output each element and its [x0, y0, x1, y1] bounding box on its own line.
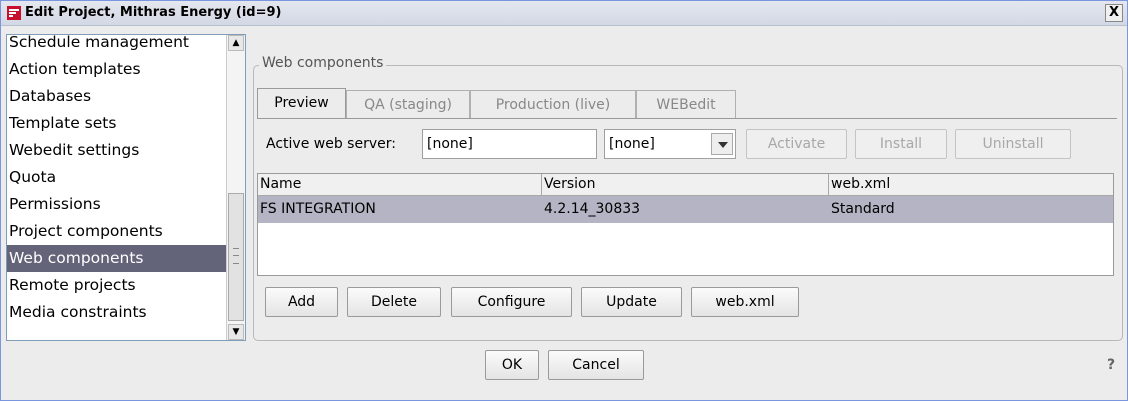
web-server-select[interactable]: [none]: [604, 129, 736, 159]
nav-item-template-sets[interactable]: Template sets: [7, 110, 227, 137]
tab-panel-border: [257, 118, 1117, 119]
webxml-button[interactable]: web.xml: [691, 287, 799, 317]
tab-webedit[interactable]: WEBedit: [636, 90, 736, 118]
column-header-name[interactable]: Name: [258, 174, 542, 195]
help-icon[interactable]: ?: [1101, 355, 1121, 375]
active-web-server-field[interactable]: [none]: [422, 129, 597, 159]
tab-production-live[interactable]: Production (live): [470, 90, 636, 118]
group-title: Web components: [259, 55, 387, 71]
cell-name: FS INTEGRATION: [260, 201, 376, 217]
ok-button[interactable]: OK: [485, 350, 539, 380]
title-bar[interactable]: Edit Project, Mithras Energy (id=9) X: [1, 1, 1127, 26]
column-header-webxml[interactable]: web.xml: [829, 174, 1113, 195]
nav-item-media-constraints[interactable]: Media constraints: [7, 299, 227, 326]
table-row[interactable]: FS INTEGRATION 4.2.14_30833 Standard: [258, 196, 1113, 223]
active-web-server-label: Active web server:: [266, 136, 396, 152]
add-button[interactable]: Add: [265, 287, 338, 317]
configure-button[interactable]: Configure: [451, 287, 572, 317]
delete-button[interactable]: Delete: [347, 287, 441, 317]
window-title: Edit Project, Mithras Energy (id=9): [25, 5, 282, 20]
nav-item-schedule-management[interactable]: Schedule management: [7, 35, 227, 56]
category-list[interactable]: Schedule management Action templates Dat…: [6, 34, 246, 341]
grip-icon: [233, 248, 239, 264]
uninstall-button[interactable]: Uninstall: [955, 129, 1071, 159]
scroll-down-icon[interactable]: ▼: [228, 324, 244, 340]
nav-item-action-templates[interactable]: Action templates: [7, 56, 227, 83]
scroll-thumb[interactable]: [228, 193, 244, 321]
web-server-select-value: [none]: [609, 136, 655, 152]
list-scrollbar[interactable]: ▲ ▼: [226, 35, 245, 340]
chevron-down-icon[interactable]: [711, 133, 733, 155]
activate-button[interactable]: Activate: [746, 129, 847, 159]
nav-item-webedit-settings[interactable]: Webedit settings: [7, 137, 227, 164]
nav-item-web-components[interactable]: Web components: [7, 245, 227, 272]
update-button[interactable]: Update: [581, 287, 682, 317]
column-header-version[interactable]: Version: [542, 174, 829, 195]
dialog-window: Edit Project, Mithras Energy (id=9) X Sc…: [0, 0, 1128, 401]
web-components-table[interactable]: Name Version web.xml FS INTEGRATION 4.2.…: [257, 173, 1114, 276]
cancel-button[interactable]: Cancel: [548, 350, 644, 380]
firstspirit-icon: [7, 6, 21, 20]
cell-webxml: Standard: [831, 201, 895, 217]
scroll-up-icon[interactable]: ▲: [228, 35, 244, 51]
tab-qa-staging[interactable]: QA (staging): [346, 90, 470, 118]
install-button[interactable]: Install: [855, 129, 947, 159]
nav-item-remote-projects[interactable]: Remote projects: [7, 272, 227, 299]
category-items: Schedule management Action templates Dat…: [7, 35, 227, 326]
nav-item-permissions[interactable]: Permissions: [7, 191, 227, 218]
nav-item-databases[interactable]: Databases: [7, 83, 227, 110]
table-header: Name Version web.xml: [258, 174, 1113, 196]
nav-item-quota[interactable]: Quota: [7, 164, 227, 191]
close-icon[interactable]: X: [1105, 4, 1123, 22]
nav-item-project-components[interactable]: Project components: [7, 218, 227, 245]
tab-preview[interactable]: Preview: [257, 88, 346, 119]
cell-version: 4.2.14_30833: [544, 201, 641, 217]
